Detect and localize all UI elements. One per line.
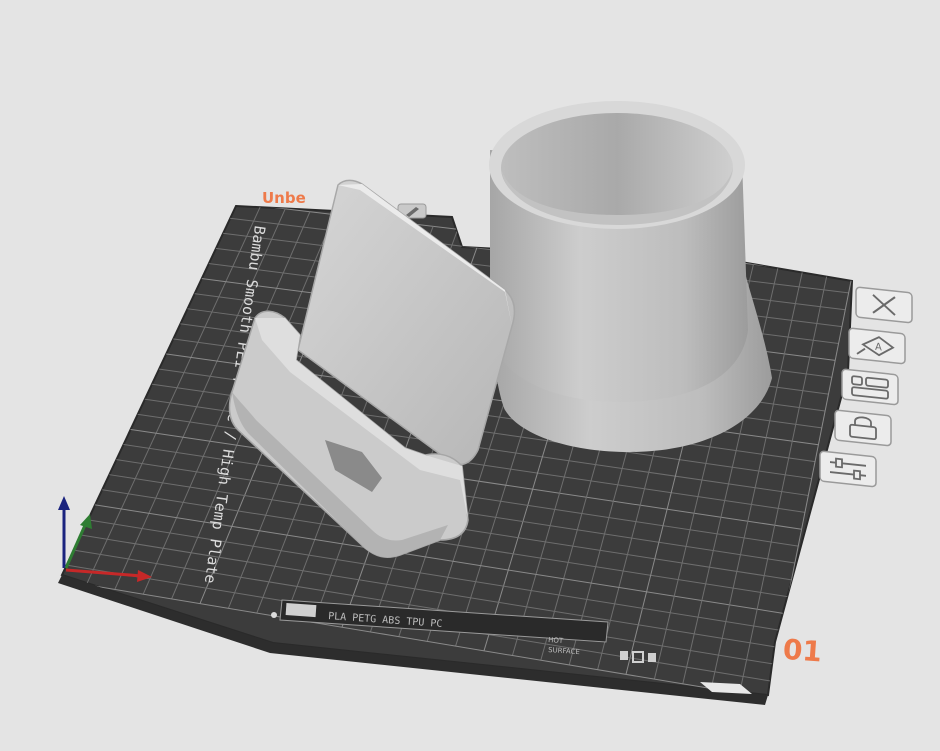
cup-model[interactable]	[489, 101, 772, 452]
plate-auto-orient-button[interactable]: A	[848, 327, 906, 365]
hot-label: HOT	[548, 636, 564, 645]
plate-close-button[interactable]	[855, 286, 913, 324]
plate-hole-left	[271, 612, 277, 618]
plate-arrange-button[interactable]	[841, 368, 899, 406]
plate-number: 01	[782, 633, 823, 669]
plate-name[interactable]: Unbe	[262, 189, 306, 207]
3d-viewport[interactable]: Unbe 01 Bambu Smooth PEI Plate / High Te…	[0, 0, 940, 751]
svg-text:A: A	[875, 342, 882, 354]
plate-settings-button[interactable]	[819, 450, 877, 488]
scene: Unbe 01 Bambu Smooth PEI Plate / High Te…	[58, 101, 913, 705]
plate-lock-button[interactable]	[834, 409, 892, 447]
